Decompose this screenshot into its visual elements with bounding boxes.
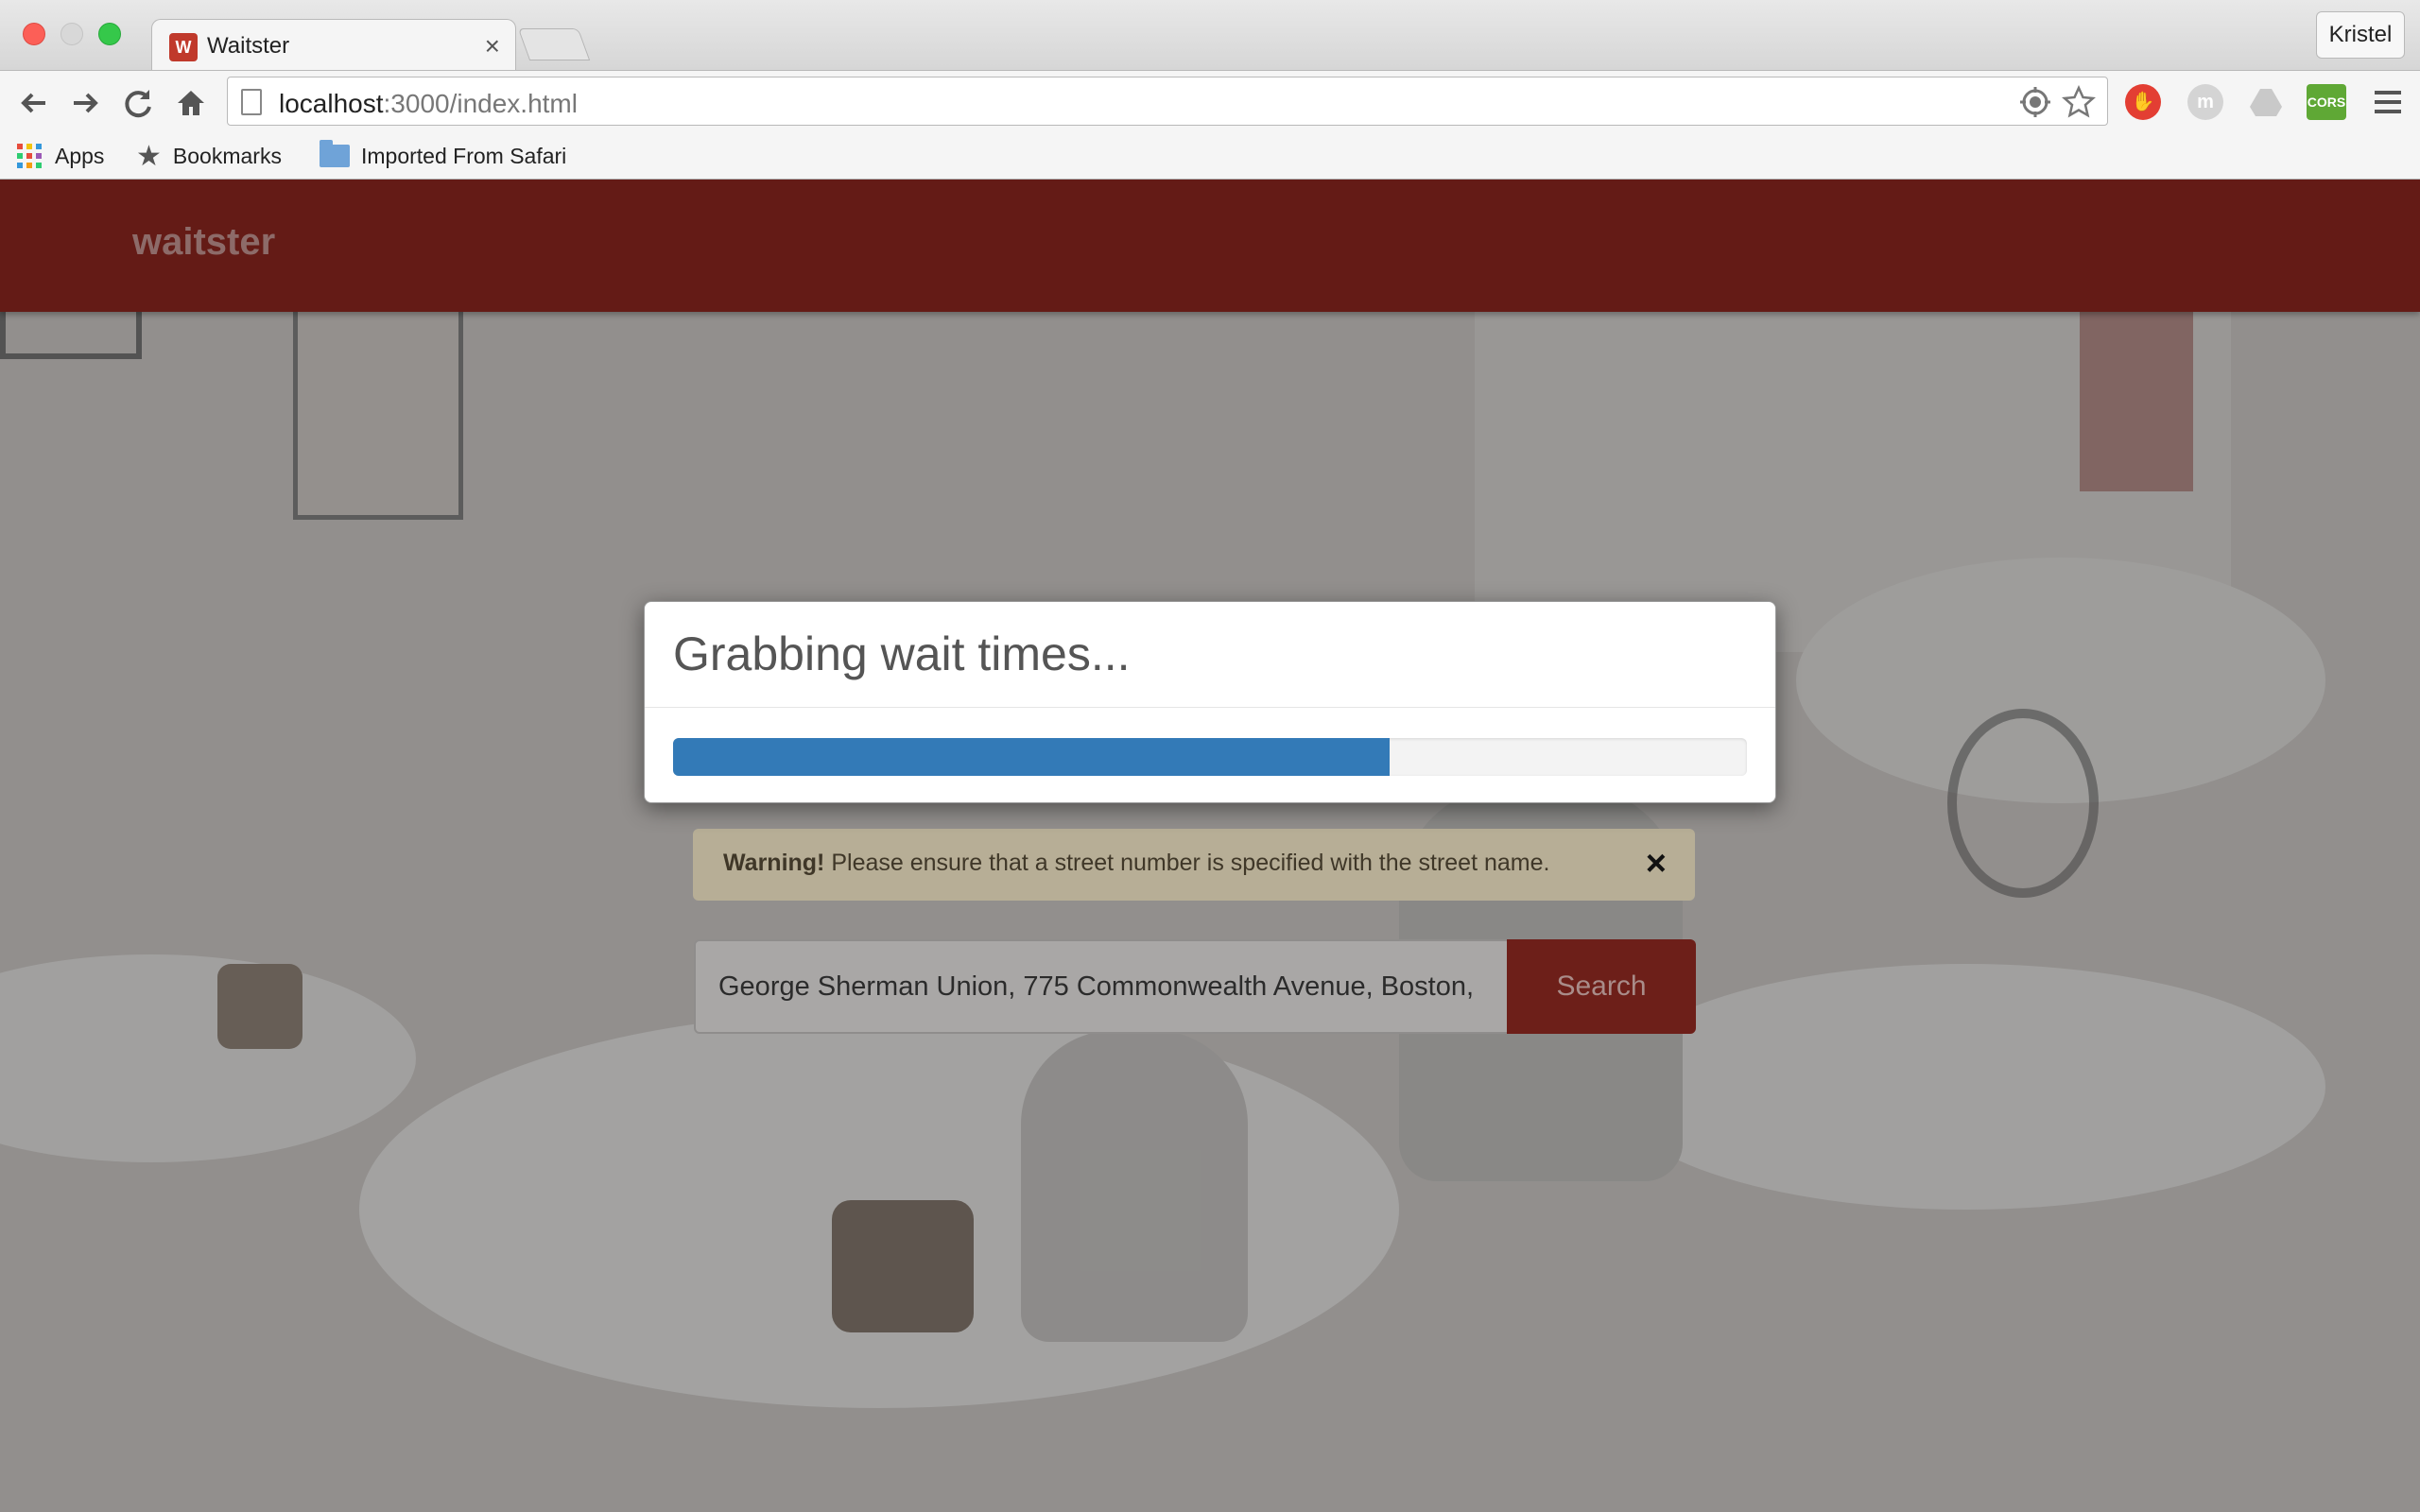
- alert-text: Warning! Please ensure that a street num…: [723, 850, 1550, 876]
- bookmark-apps-label: Apps: [55, 143, 105, 168]
- progress-bar-fill: [673, 738, 1390, 776]
- cors-icon[interactable]: CORS: [2307, 84, 2346, 120]
- bookmark-star-icon[interactable]: [2061, 84, 2097, 119]
- apps-grid-icon: [17, 144, 42, 168]
- profile-button[interactable]: Kristel: [2316, 11, 2405, 59]
- modal-title: Grabbing wait times...: [673, 627, 1131, 680]
- loading-modal: Grabbing wait times...: [644, 601, 1776, 803]
- bookmark-imported-from-safari[interactable]: Imported From Safari: [320, 140, 566, 172]
- star-icon: ★: [136, 140, 162, 172]
- new-tab-button[interactable]: [517, 28, 591, 60]
- address-search-input[interactable]: George Sherman Union, 775 Commonwealth A…: [694, 939, 1509, 1034]
- browser-tabstrip: W Waitster × Kristel: [0, 0, 2420, 72]
- search-button[interactable]: Search: [1507, 939, 1696, 1034]
- location-target-icon[interactable]: [2018, 85, 2052, 119]
- minimize-window-button[interactable]: [60, 23, 83, 45]
- tab-title: Waitster: [207, 33, 290, 59]
- page-icon: [241, 89, 262, 115]
- warning-alert: Warning! Please ensure that a street num…: [693, 829, 1695, 901]
- waitster-favicon-icon: W: [169, 33, 198, 61]
- folder-icon: [320, 140, 350, 167]
- home-icon[interactable]: [172, 84, 210, 122]
- drive-icon[interactable]: [2248, 84, 2284, 120]
- back-arrow-icon[interactable]: [15, 84, 53, 122]
- brand-logo[interactable]: waitster: [132, 221, 275, 264]
- forward-arrow-icon[interactable]: [66, 84, 104, 122]
- menu-icon[interactable]: [2369, 84, 2407, 120]
- stop-hand-icon[interactable]: ✋: [2125, 84, 2161, 120]
- address-bar[interactable]: localhost:3000/index.html: [227, 77, 2108, 126]
- app-navbar: waitster: [0, 180, 2420, 312]
- close-icon[interactable]: ×: [1646, 844, 1667, 885]
- browser-toolbar: localhost:3000/index.html ✋ m CORS: [0, 70, 2420, 132]
- tab-close-icon[interactable]: ×: [485, 31, 500, 61]
- reload-icon[interactable]: [119, 84, 157, 122]
- url-text: localhost:3000/index.html: [279, 89, 578, 118]
- bookmark-safari-label: Imported From Safari: [361, 143, 567, 168]
- bookmarks-bar: Apps ★ Bookmarks Imported From Safari: [0, 132, 2420, 180]
- progress-bar: [673, 738, 1747, 776]
- maximize-window-button[interactable]: [98, 23, 121, 45]
- browser-tab[interactable]: W Waitster ×: [151, 19, 516, 72]
- page-viewport: waitster Warning! Please ensure that a s…: [0, 180, 2420, 1512]
- bookmark-bookmarks-label: Bookmarks: [172, 143, 282, 168]
- modal-header: Grabbing wait times...: [645, 602, 1775, 708]
- close-window-button[interactable]: [23, 23, 45, 45]
- m-circle-icon[interactable]: m: [2187, 84, 2223, 120]
- bookmark-bookmarks[interactable]: ★ Bookmarks: [136, 140, 282, 172]
- bookmark-apps[interactable]: Apps: [17, 140, 104, 172]
